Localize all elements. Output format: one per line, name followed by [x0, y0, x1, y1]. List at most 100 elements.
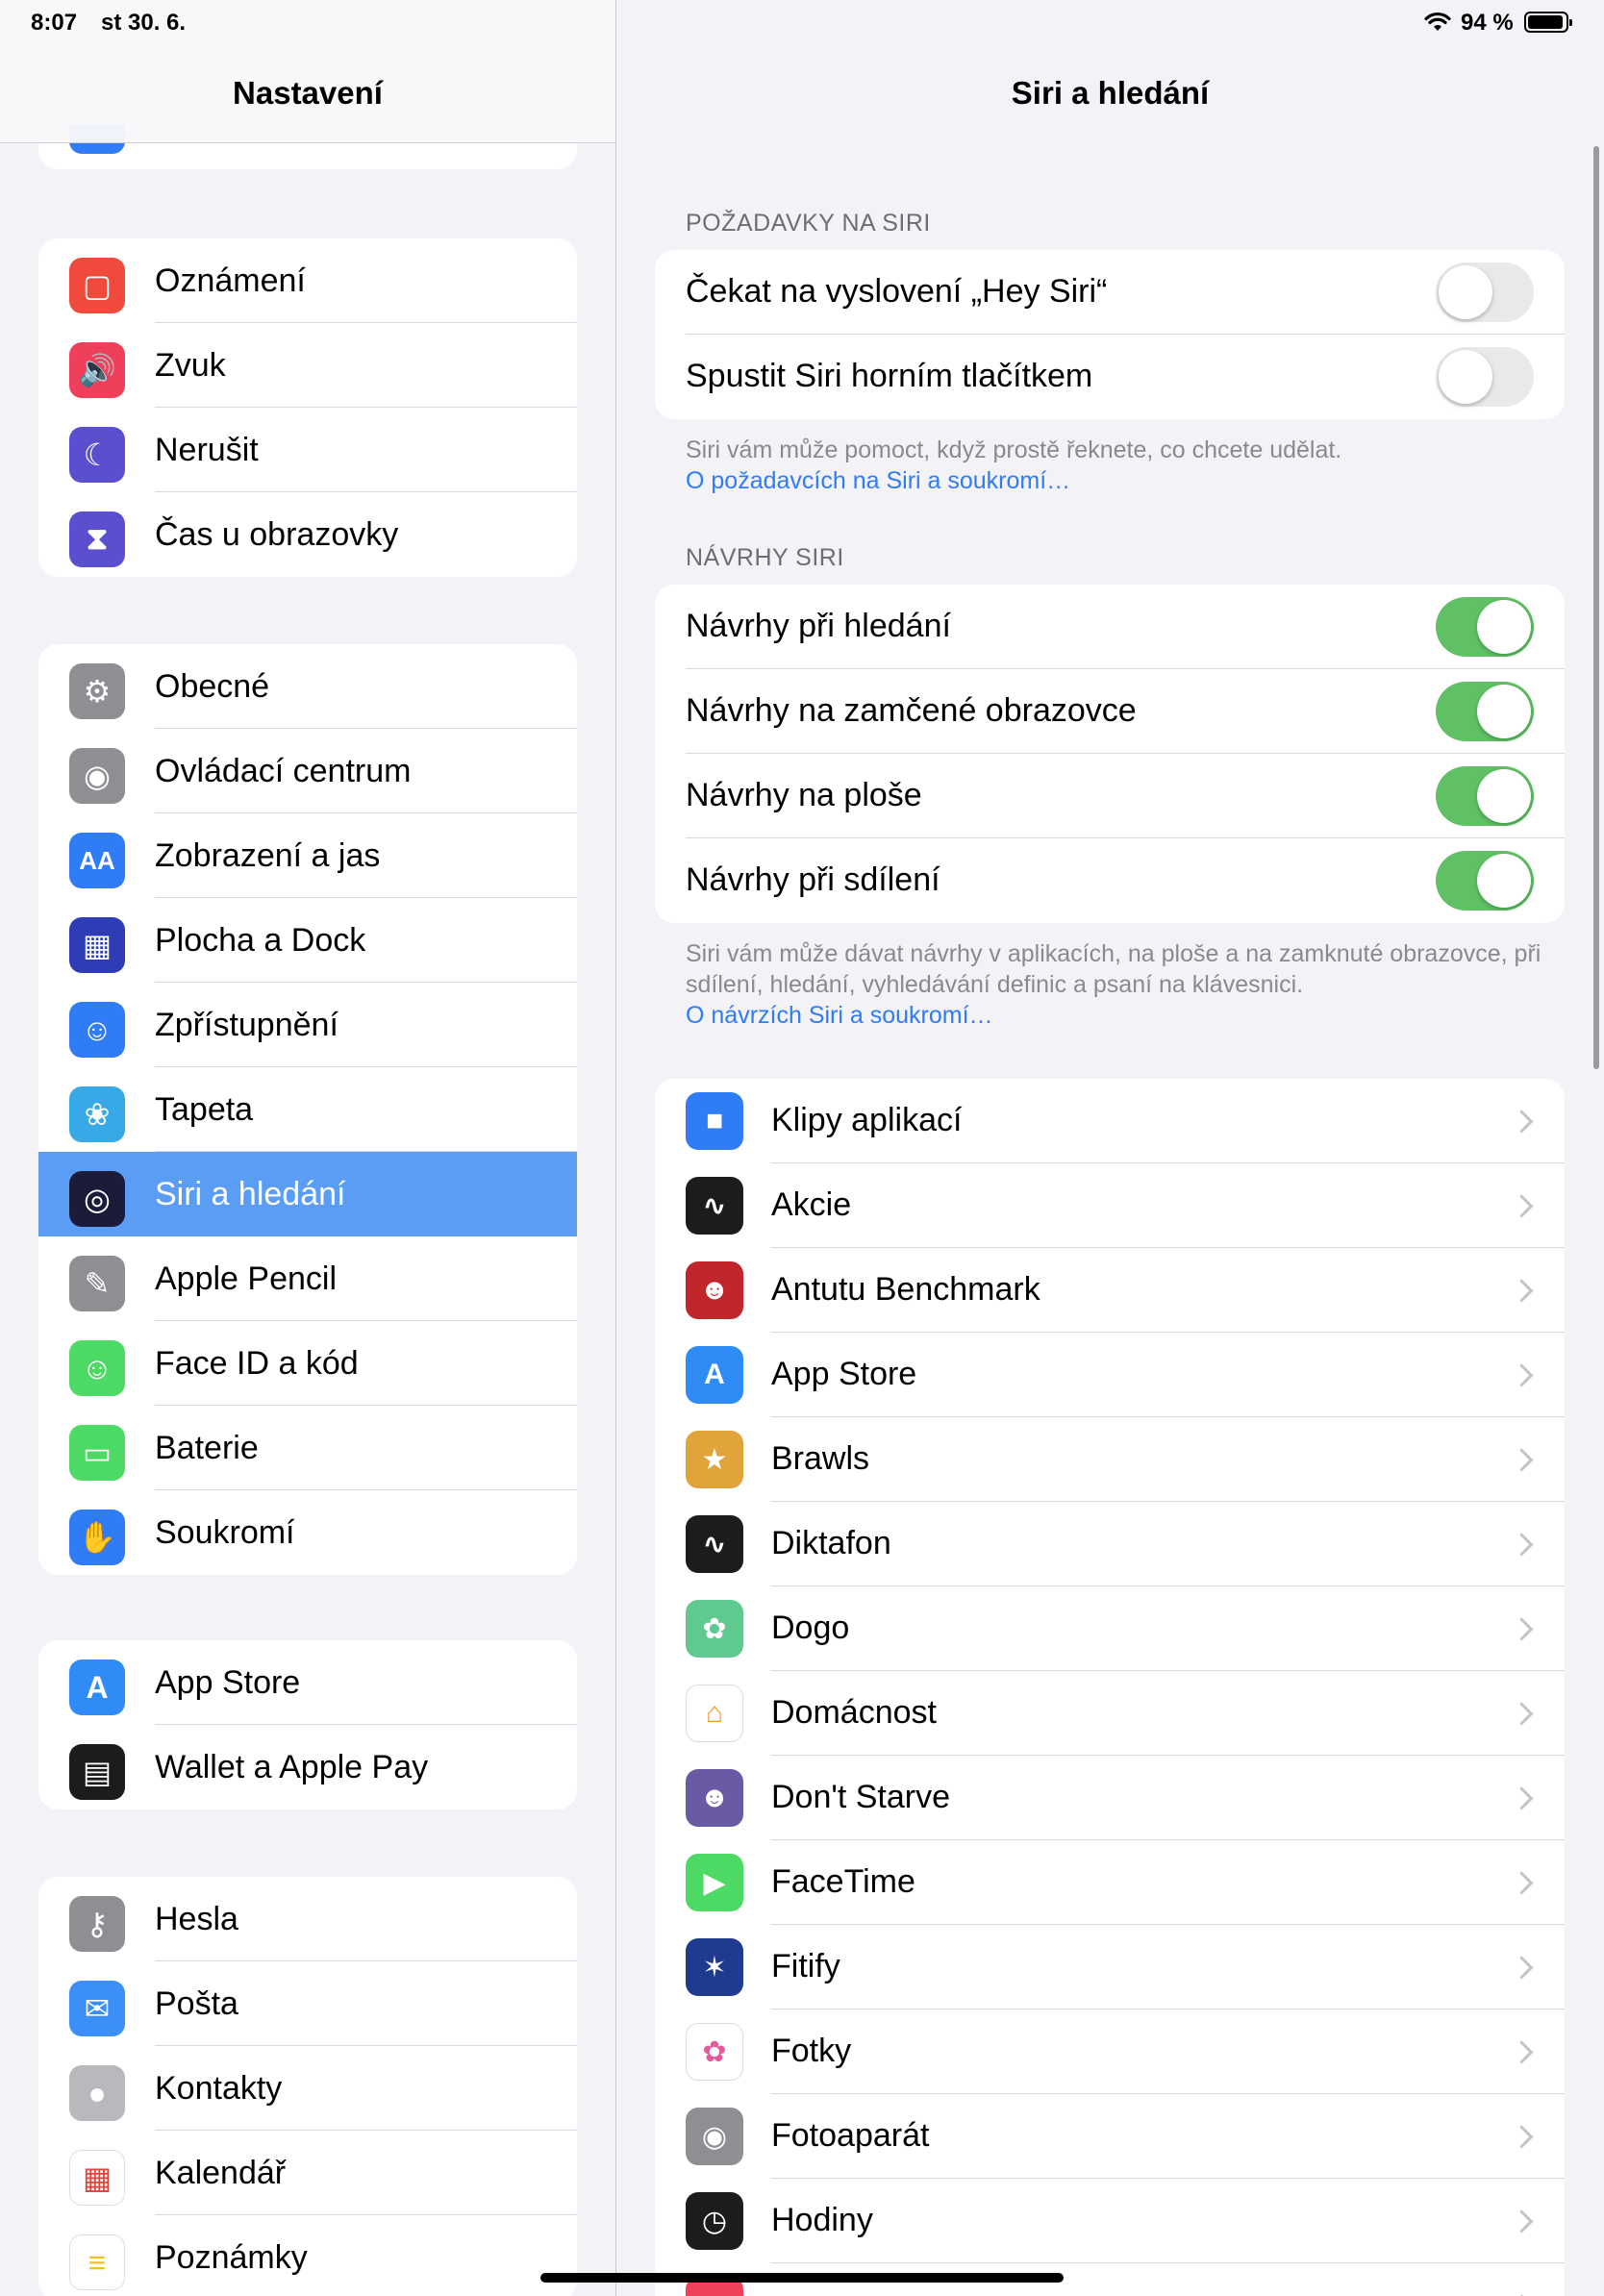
sidebar-item[interactable]: ☺ Zpřístupnění [38, 983, 577, 1067]
wallpaper-icon: ❀ [69, 1086, 125, 1142]
face-id-icon: ☺ [69, 1340, 125, 1396]
app-row[interactable]: ✿ Dogo [655, 1586, 1565, 1671]
facetime-icon: ▶ [686, 1854, 743, 1911]
siri-requests-group: Čekat na vyslovení „Hey Siri“ Spustit Sir… [655, 250, 1565, 419]
app-row[interactable]: ◷ Hodiny [655, 2179, 1565, 2263]
section-title-siri-requests: POŽADAVKY NA SIRI [686, 210, 931, 237]
toggle-switch[interactable] [1436, 597, 1534, 657]
settings-group-3: A App Store ▤ Wallet a Apple Pay [38, 1640, 577, 1809]
accessibility-icon: ☺ [69, 1002, 125, 1058]
app-row[interactable]: ∿ Akcie [655, 1163, 1565, 1248]
siri-requests-privacy-link[interactable]: O požadavcích na Siri a soukromí… [686, 465, 1570, 496]
toggle-switch[interactable] [1436, 347, 1534, 407]
app-row[interactable]: A App Store [655, 1333, 1565, 1417]
app-row[interactable]: ✶ Fitify [655, 1925, 1565, 2009]
sidebar-item[interactable]: ⚷ Hesla [38, 1877, 577, 1961]
mail-icon: ✉ [69, 1981, 125, 2036]
sidebar-item-label: Siri a hledání [155, 1175, 346, 1212]
hand-icon: ✋ [69, 1510, 125, 1565]
sidebar-item[interactable]: ❀ Tapeta [38, 1067, 577, 1152]
app-row-label: Klipy aplikací [771, 1102, 963, 1138]
app-store-icon: A [69, 1660, 125, 1715]
sidebar-item[interactable]: ▦ Kalendář [38, 2131, 577, 2215]
sidebar-item[interactable]: A App Store [38, 1640, 577, 1725]
wifi-icon [1424, 12, 1451, 31]
siri-requests-footnote-text: Siri vám může pomoct, když prostě řeknet… [686, 437, 1342, 463]
home-icon: ⌂ [686, 1685, 743, 1742]
app-row[interactable]: ☻ Don't Starve [655, 1756, 1565, 1840]
sidebar-item-label: Zobrazení a jas [155, 836, 381, 874]
app-row[interactable]: ★ Brawls [655, 1417, 1565, 1502]
sidebar-item[interactable]: 🔊 Zvuk [38, 323, 577, 408]
toggle-switch[interactable] [1436, 851, 1534, 911]
sidebar-item[interactable]: ⚙ Obecné [38, 644, 577, 729]
app-row[interactable]: ⌂ Domácnost [655, 1671, 1565, 1756]
sidebar-item[interactable]: ☾ Nerušit [38, 408, 577, 492]
chevron-right-icon [1510, 2209, 1534, 2234]
sidebar-item[interactable]: ≡ Poznámky [38, 2215, 577, 2296]
battery-icon [1524, 12, 1572, 33]
battery-percentage: 94 % [1461, 10, 1514, 36]
sidebar-item-label: Kalendář [155, 2154, 287, 2191]
scrollbar[interactable] [1593, 146, 1599, 1069]
app-row[interactable]: ☻ Antutu Benchmark [655, 1248, 1565, 1333]
chevron-right-icon [1510, 2040, 1534, 2064]
sidebar-item[interactable]: AA Zobrazení a jas [38, 813, 577, 898]
sidebar-item-label: Plocha a Dock [155, 921, 366, 959]
siri-requests-footnote: Siri vám může pomoct, když prostě řeknet… [686, 435, 1570, 496]
chevron-right-icon [1510, 1702, 1534, 1726]
paw-icon: ✿ [686, 1600, 743, 1658]
toggle-knob [1477, 854, 1531, 908]
sidebar-item[interactable]: ▤ Wallet a Apple Pay [38, 1725, 577, 1809]
key-icon: ⚷ [69, 1896, 125, 1952]
sidebar-item-label: Obecné [155, 667, 270, 705]
wallet-icon: ▤ [69, 1744, 125, 1800]
control-center-icon: ◉ [69, 748, 125, 804]
app-row[interactable]: ∿ Diktafon [655, 1502, 1565, 1586]
siri-suggestions-footnote-text: Siri vám může dávat návrhy v aplikacích,… [686, 940, 1541, 998]
siri-search-pane[interactable]: Siri a hledání POŽADAVKY NA SIRI Čekat n… [616, 0, 1604, 2296]
siri-icon: ◎ [69, 1171, 125, 1227]
toggle-switch[interactable] [1436, 766, 1534, 826]
sidebar-item[interactable]: ⧗ Čas u obrazovky [38, 492, 577, 577]
sidebar-item[interactable]: ✋ Soukromí [38, 1490, 577, 1575]
toggle-row-label: Spustit Siri horním tlačítkem [686, 358, 1093, 394]
chevron-right-icon [1510, 1533, 1534, 1557]
sidebar-item[interactable]: ✎ Apple Pencil [38, 1236, 577, 1321]
settings-sidebar[interactable]: Nastavení ▢ Oznámení 🔊 Zvuk ☾ Nerušit ⧗ Čas u o… [0, 0, 615, 2296]
sidebar-item[interactable]: ● Kontakty [38, 2046, 577, 2131]
toggle-knob [1439, 350, 1492, 404]
moon-icon: ☾ [69, 427, 125, 483]
sidebar-item[interactable]: ☺ Face ID a kód [38, 1321, 577, 1406]
siri-suggestions-privacy-link[interactable]: O návrzích Siri a soukromí… [686, 1000, 1570, 1031]
home-screen-icon: ▦ [69, 917, 125, 973]
sidebar-item[interactable]: ✉ Pošta [38, 1961, 577, 2046]
sidebar-item[interactable]: ◎ Siri a hledání [38, 1152, 577, 1236]
chevron-right-icon [1510, 1786, 1534, 1810]
sidebar-item[interactable]: ▢ Oznámení [38, 238, 577, 323]
toggle-switch[interactable] [1436, 262, 1534, 322]
app-row[interactable]: ▶ FaceTime [655, 1840, 1565, 1925]
sidebar-item[interactable]: ▭ Baterie [38, 1406, 577, 1490]
app-row[interactable]: ✿ Fotky [655, 2009, 1565, 2094]
app-row[interactable]: ■ Klipy aplikací [655, 1079, 1565, 1163]
apps-list: ■ Klipy aplikací ∿ Akcie ☻ Antutu Benchmark A A… [655, 1079, 1565, 2296]
settings-group-2: ⚙ Obecné ◉ Ovládací centrum AA Zobrazení a ja… [38, 644, 577, 1575]
sidebar-item[interactable]: ▦ Plocha a Dock [38, 898, 577, 983]
home-indicator[interactable] [540, 2273, 1064, 2283]
voice-memos-icon: ∿ [686, 1515, 743, 1573]
sidebar-title: Nastavení [233, 75, 383, 111]
sidebar-item-label: Oznámení [155, 262, 306, 299]
chevron-right-icon [1510, 1448, 1534, 1472]
detail-title: Siri a hledání [1011, 75, 1210, 111]
toggle-switch[interactable] [1436, 682, 1534, 741]
chevron-right-icon [1510, 1363, 1534, 1387]
sidebar-item[interactable]: ◉ Ovládací centrum [38, 729, 577, 813]
app-row-label: Brawls [771, 1440, 870, 1477]
section-title-siri-suggestions: NÁVRHY SIRI [686, 544, 844, 571]
app-row[interactable]: ◉ Fotoaparát [655, 2094, 1565, 2179]
toggle-knob [1439, 265, 1492, 319]
brawls-icon: ★ [686, 1431, 743, 1488]
chevron-right-icon [1510, 1279, 1534, 1303]
app-row-label: Fotky [771, 2033, 852, 2069]
